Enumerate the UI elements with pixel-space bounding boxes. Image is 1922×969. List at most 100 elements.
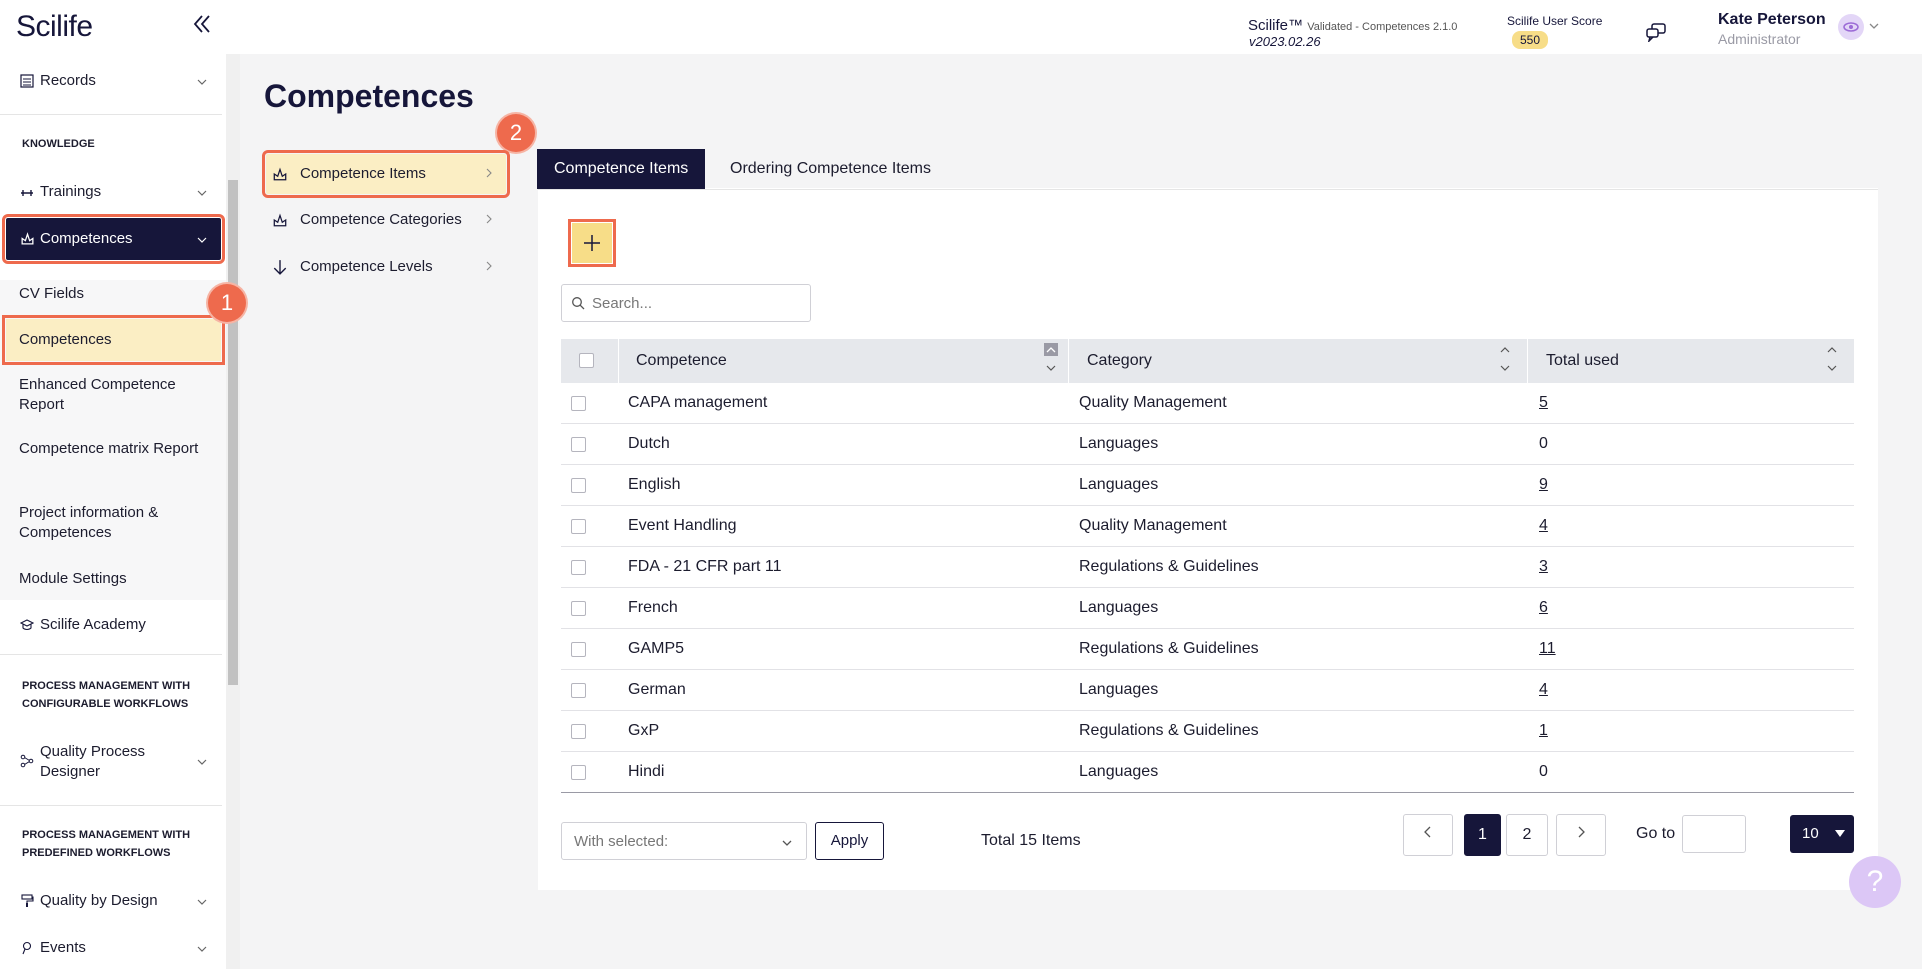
total-used-link[interactable]: 4 [1539,681,1548,699]
subnav-label: Competence Categories [300,211,462,228]
row-checkbox[interactable] [571,560,586,575]
table-row[interactable]: Event Handling Quality Management 4 [561,506,1854,547]
sidebar-subitem-competence-matrix-report[interactable]: Competence matrix Report [19,439,209,459]
column-divider [1068,339,1069,383]
table-row[interactable]: Hindi Languages 0 [561,752,1854,793]
plus-icon [584,235,600,251]
goto-page-input[interactable] [1682,815,1746,853]
user-name[interactable]: Kate Peterson [1718,11,1826,29]
sidebar-item-events[interactable]: Events [0,939,226,959]
column-header-total-used[interactable]: Total used [1546,352,1619,370]
section-label-configurable: PROCESS MANAGEMENT WITH CONFIGURABLE WOR… [22,680,191,710]
feedback-chat-icon[interactable] [1645,22,1667,42]
subnav-label: Competence Levels [300,258,433,275]
collapse-sidebar-icon[interactable] [190,12,214,36]
row-checkbox[interactable] [571,519,586,534]
apply-button[interactable]: Apply [815,822,884,860]
competence-cell: FDA - 21 CFR part 11 [628,558,782,575]
sidebar-subitem-label: Competences [19,331,112,348]
sidebar-item-label: Records [40,72,96,89]
table-row[interactable]: CAPA management Quality Management 5 [561,383,1854,424]
category-cell: Languages [1079,681,1159,698]
subnav-competence-levels[interactable]: Competence Levels [266,247,506,287]
row-checkbox[interactable] [571,683,586,698]
subnav-competence-items[interactable]: Competence Items [262,150,510,198]
tab-competence-items[interactable]: Competence Items [537,149,706,189]
table-row[interactable]: FDA - 21 CFR part 11 Regulations & Guide… [561,547,1854,588]
sidebar-item-label: Competences [40,230,133,247]
sort-icon[interactable] [1498,343,1512,379]
section-label-knowledge: KNOWLEDGE [22,138,95,150]
sidebar-subitem-project-information[interactable]: Project information & Competences [19,503,209,543]
competence-cell: Hindi [628,763,665,780]
competence-cell: English [628,476,681,493]
total-used-value: 0 [1539,435,1548,452]
table-row[interactable]: English Languages 9 [561,465,1854,506]
table-row[interactable]: French Languages 6 [561,588,1854,629]
total-items: Total 15 Items [981,832,1081,849]
sidebar-item-competences[interactable]: Competences [2,214,225,264]
chevron-right-icon [486,261,492,271]
sidebar-item-records[interactable]: Records [0,72,226,92]
total-used-link[interactable]: 3 [1539,558,1548,576]
total-used-link[interactable]: 6 [1539,599,1548,617]
row-checkbox[interactable] [571,396,586,411]
sidebar-item-quality-by-design[interactable]: Quality by Design [0,892,226,912]
user-role: Administrator [1718,31,1801,47]
competence-cell: Event Handling [628,517,737,534]
competence-cell: Dutch [628,435,670,452]
scilife-logo[interactable]: Scilife [16,10,93,44]
total-used-link[interactable]: 9 [1539,476,1548,494]
bulk-action-select[interactable]: With selected: [561,822,807,860]
table-row[interactable]: GAMP5 Regulations & Guidelines 11 [561,629,1854,670]
row-checkbox[interactable] [571,478,586,493]
row-checkbox[interactable] [571,642,586,657]
next-page-button[interactable] [1556,814,1606,856]
sidebar-subitem-enhanced-competence-report[interactable]: Enhanced Competence Report [19,375,209,415]
tab-ordering-competence-items[interactable]: Ordering Competence Items [713,149,948,189]
row-checkbox[interactable] [571,601,586,616]
sidebar-item-trainings[interactable]: Trainings [0,183,226,203]
category-cell: Languages [1079,763,1159,780]
total-used-link[interactable]: 5 [1539,394,1548,412]
user-avatar[interactable] [1838,14,1864,40]
sidebar-item-quality-process-designer[interactable]: Quality Process Designer [0,742,226,782]
row-checkbox[interactable] [571,724,586,739]
per-page-select[interactable]: 10 [1790,815,1854,853]
sort-icon[interactable] [1825,343,1839,379]
user-score-badge: 550 [1512,31,1549,49]
search-placeholder: Search... [592,295,653,312]
page-1-button[interactable]: 1 [1464,814,1501,856]
row-checkbox[interactable] [571,437,586,452]
help-button[interactable]: ? [1849,856,1901,908]
subnav-competence-categories[interactable]: Competence Categories [266,200,506,240]
table-row[interactable]: GxP Regulations & Guidelines 1 [561,711,1854,752]
chevron-down-icon [197,79,207,85]
search-input[interactable]: Search... [561,284,811,322]
sidebar-subitem-competences[interactable]: Competences [2,315,225,365]
prev-page-button[interactable] [1403,814,1453,856]
column-header-category[interactable]: Category [1087,352,1152,370]
sidebar-subitem-cv-fields[interactable]: CV Fields [19,284,209,304]
sidebar-item-scilife-academy[interactable]: Scilife Academy [0,616,226,636]
sidebar-subitem-module-settings[interactable]: Module Settings [19,569,209,589]
total-used-link[interactable]: 1 [1539,722,1548,740]
select-all-checkbox[interactable] [579,353,594,368]
total-used-link[interactable]: 4 [1539,517,1548,535]
column-header-competence[interactable]: Competence [636,352,727,370]
total-used-link[interactable]: 11 [1539,640,1556,658]
row-checkbox[interactable] [571,765,586,780]
add-competence-button[interactable] [568,219,616,267]
sort-icon[interactable] [1044,343,1058,379]
goto-label: Go to [1636,825,1676,842]
table-row[interactable]: Dutch Languages 0 [561,424,1854,465]
pin-icon [22,941,32,955]
sidebar-scroll-thumb[interactable] [228,180,238,685]
workflow-icon [20,754,34,768]
table-row[interactable]: German Languages 4 [561,670,1854,711]
page-title: Competences [264,78,474,114]
step-marker-2: 2 [497,114,535,152]
user-menu-chevron-icon[interactable] [1868,20,1880,32]
sidebar-item-label: Quality Process Designer [40,743,146,780]
page-2-button[interactable]: 2 [1506,814,1548,856]
